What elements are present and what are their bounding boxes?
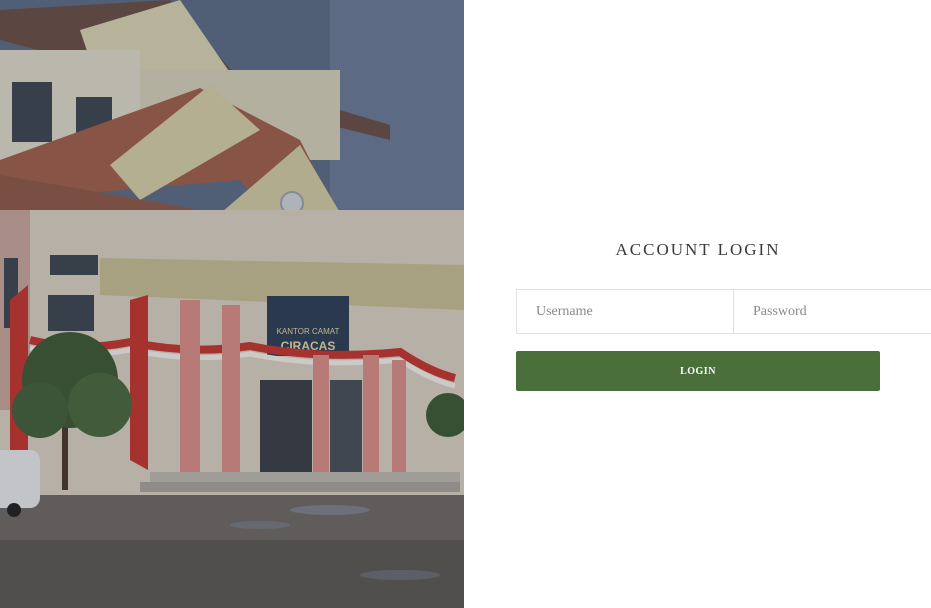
building-illustration: KANTOR CAMAT CIRACAS <box>0 0 464 608</box>
building-photo: KANTOR CAMAT CIRACAS <box>0 0 464 608</box>
login-button[interactable]: LOGIN <box>516 351 880 391</box>
username-input[interactable] <box>516 289 734 334</box>
login-page: KANTOR CAMAT CIRACAS ACCOUNT LOGIN Usern… <box>0 0 931 608</box>
account-login-title: ACCOUNT LOGIN <box>615 240 781 259</box>
password-input[interactable] <box>734 289 931 334</box>
credential-fields <box>516 289 931 334</box>
login-panel: ACCOUNT LOGIN LOGIN <box>464 0 931 608</box>
